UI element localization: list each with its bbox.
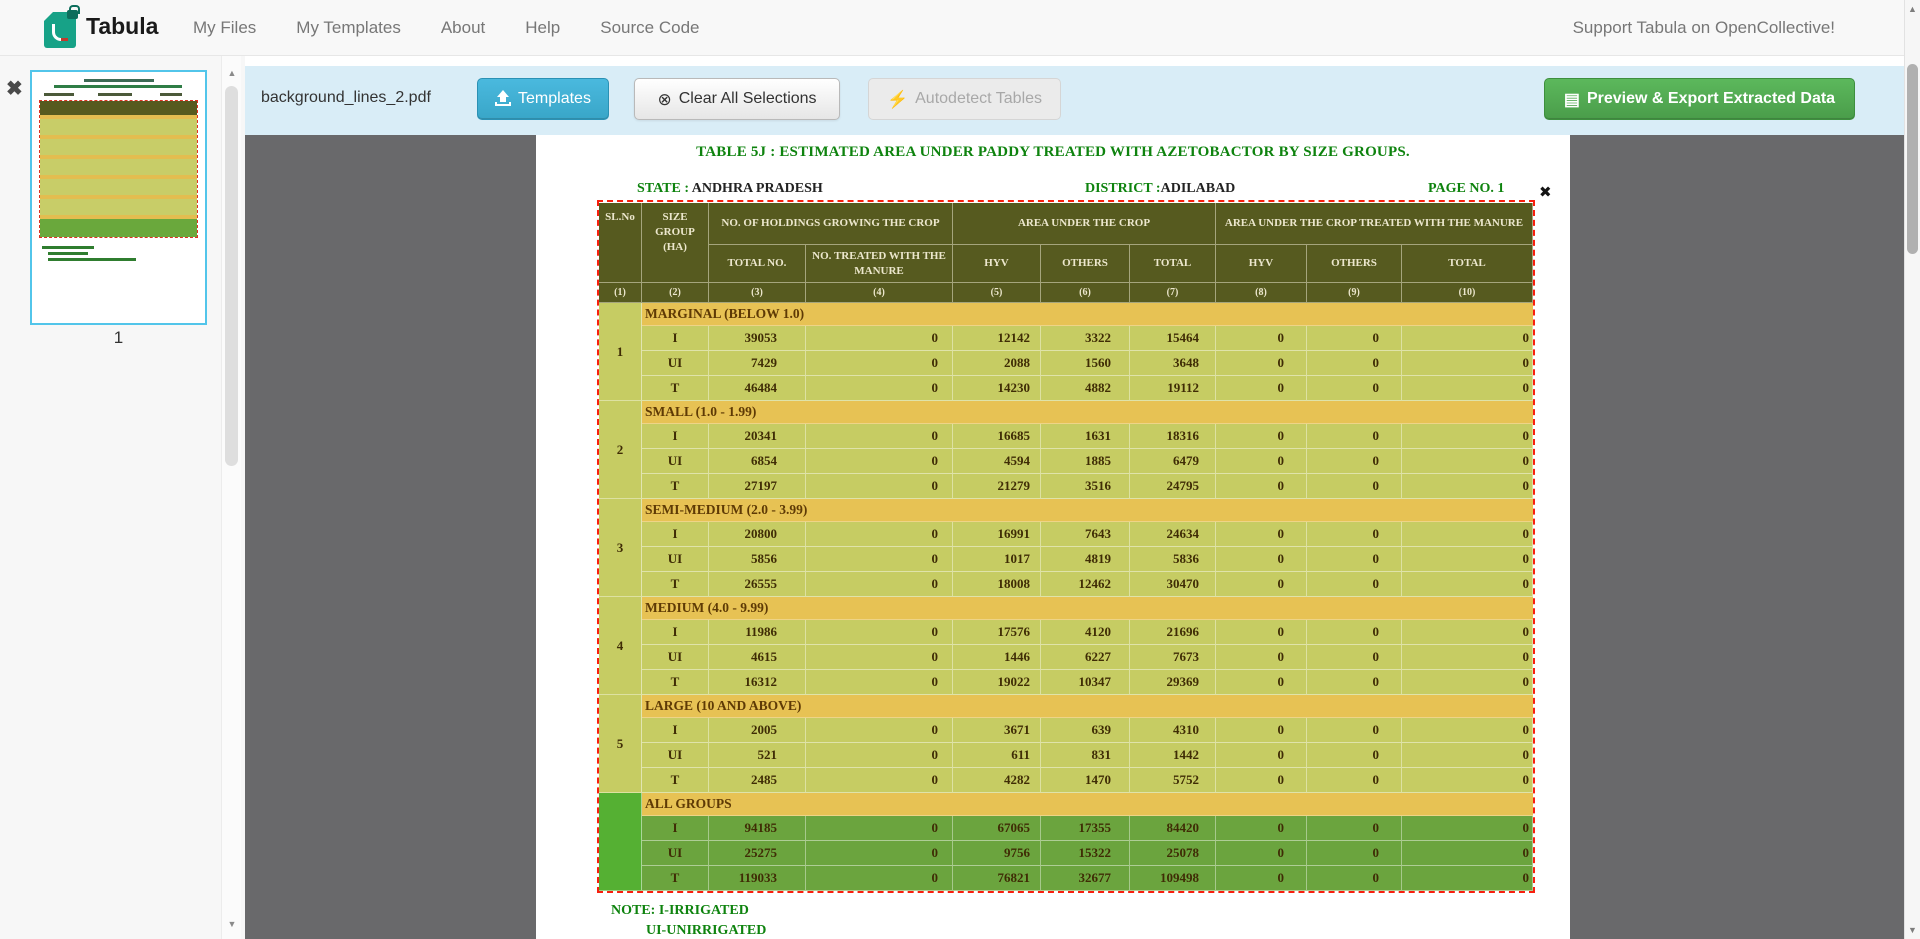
export-button-label: Preview & Export Extracted Data — [1587, 90, 1835, 108]
table-title: TABLE 5J : ESTIMATED AREA UNDER PADDY TR… — [536, 144, 1570, 161]
pdf-page-canvas[interactable]: TABLE 5J : ESTIMATED AREA UNDER PADDY TR… — [536, 135, 1570, 939]
window-scrollbar[interactable]: ▲ ▼ — [1904, 0, 1920, 939]
thumb-subtitle-line — [54, 85, 182, 88]
upload-icon — [495, 92, 511, 106]
note-line-2: UI-UNIRRIGATED — [646, 923, 766, 939]
navbar: Tabula My Files My Templates About Help … — [0, 0, 1920, 56]
page-number-label: 1 — [30, 328, 207, 348]
lock-icon — [67, 10, 78, 19]
page-thumbnail[interactable] — [30, 70, 207, 325]
thumb-note-line — [48, 258, 136, 261]
nav-links: My Files My Templates About Help Source … — [173, 0, 719, 56]
note-line-1: NOTE: I-IRRIGATED — [611, 903, 749, 919]
logo-curl-shape — [52, 24, 65, 41]
thumb-note-line — [42, 246, 94, 249]
thumb-table-preview — [39, 100, 198, 238]
nav-item-my-templates[interactable]: My Templates — [276, 18, 421, 38]
window-scrollbar-thumb[interactable] — [1907, 64, 1918, 254]
brand-title[interactable]: Tabula — [86, 13, 158, 40]
page-thumbnails-sidebar: ✖ 1 ▲ ▼ — [0, 56, 245, 939]
templates-button[interactable]: Templates — [477, 78, 609, 120]
tabula-logo-icon — [44, 8, 78, 48]
scroll-up-icon[interactable]: ▲ — [222, 68, 242, 78]
clear-button-label: Clear All Selections — [679, 90, 817, 108]
thumb-meta-line — [32, 93, 205, 96]
clear-all-selections-button[interactable]: ⊗ Clear All Selections — [634, 78, 840, 120]
scroll-up-icon[interactable]: ▲ — [1905, 4, 1920, 14]
sidebar-scrollbar[interactable]: ▲ ▼ — [221, 56, 241, 939]
remove-page-icon[interactable]: ✖ — [6, 76, 23, 101]
nav-item-my-files[interactable]: My Files — [173, 18, 276, 38]
scroll-down-icon[interactable]: ▼ — [1905, 925, 1920, 935]
state-label: STATE : ANDHRA PRADESH — [637, 181, 823, 197]
lightning-icon: ⚡ — [887, 91, 908, 108]
clear-circle-icon: ⊗ — [657, 91, 671, 108]
nav-item-help[interactable]: Help — [505, 18, 580, 38]
pdf-filename: background_lines_2.pdf — [261, 89, 431, 107]
thumb-note-line — [48, 252, 88, 255]
preview-export-button[interactable]: ▤ Preview & Export Extracted Data — [1544, 78, 1855, 120]
support-link[interactable]: Support Tabula on OpenCollective! — [1573, 18, 1835, 38]
pdf-viewer-area: TABLE 5J : ESTIMATED AREA UNDER PADDY TR… — [245, 135, 1904, 939]
thumb-title-line — [84, 79, 154, 82]
sidebar-scrollbar-thumb[interactable] — [225, 86, 238, 466]
district-label: DISTRICT :ADILABAD — [1085, 181, 1235, 197]
table-selection-box[interactable] — [597, 200, 1535, 893]
nav-item-about[interactable]: About — [421, 18, 505, 38]
autodetect-button-label: Autodetect Tables — [915, 90, 1042, 108]
templates-button-label: Templates — [518, 90, 591, 108]
scroll-down-icon[interactable]: ▼ — [222, 919, 242, 929]
autodetect-tables-button[interactable]: ⚡ Autodetect Tables — [868, 78, 1061, 120]
nav-item-source-code[interactable]: Source Code — [580, 18, 719, 38]
toolbar: background_lines_2.pdf Templates ⊗ Clear… — [245, 66, 1920, 135]
page-no-label: PAGE NO. 1 — [1428, 181, 1504, 197]
logo-fold-shape — [44, 12, 53, 21]
export-table-icon: ▤ — [1564, 91, 1580, 108]
selection-close-icon[interactable]: ✖ — [1539, 183, 1552, 201]
